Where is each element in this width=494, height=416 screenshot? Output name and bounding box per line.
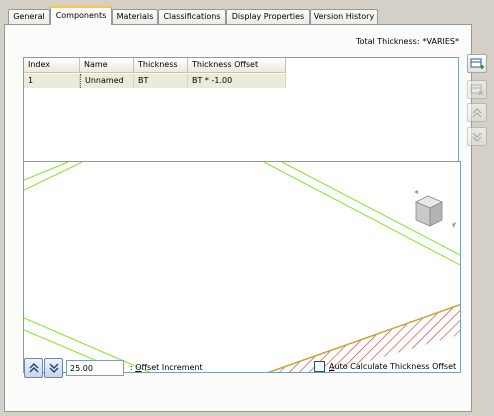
tab-display-properties[interactable]: Display Properties	[226, 9, 310, 24]
add-component-icon	[470, 58, 484, 69]
remove-component-icon	[470, 84, 484, 95]
move-up-icon	[472, 107, 482, 117]
add-component-button[interactable]	[467, 54, 487, 73]
auto-calculate-label[interactable]: Auto Calculate Thickness Offset	[329, 362, 456, 371]
auto-calculate-checkbox[interactable]	[314, 361, 325, 372]
offset-increment-input[interactable]	[66, 360, 124, 376]
column-header-name[interactable]: Name	[80, 58, 134, 73]
chevron-double-up-icon	[29, 363, 38, 373]
grid-header: Index Name Thickness Thickness Offset	[24, 58, 460, 73]
column-header-index[interactable]: Index	[24, 58, 80, 73]
view-cube-icon[interactable]	[414, 190, 456, 228]
column-header-thickness[interactable]: Thickness	[134, 58, 188, 73]
cell-name[interactable]: Unnamed	[80, 74, 134, 88]
offset-label-rest: ffset Increment	[141, 363, 203, 372]
tab-strip: General Components Materials Classificat…	[0, 0, 494, 25]
tab-label: Classifications	[163, 12, 221, 21]
tab-label: Materials	[116, 12, 154, 21]
tab-materials[interactable]: Materials	[112, 9, 158, 24]
total-thickness-value: *VARIES*	[422, 37, 459, 46]
auto-label-rest: uto Calculate Thickness Offset	[334, 362, 457, 371]
tab-version-history[interactable]: Version History	[310, 9, 378, 24]
move-up-button[interactable]	[467, 103, 487, 122]
offset-increment-label: : Offset Increment	[130, 363, 203, 372]
cell-thickness-offset[interactable]: BT * -1.00	[188, 74, 286, 88]
cell-thickness[interactable]: BT	[134, 74, 188, 88]
move-down-icon	[472, 132, 482, 142]
components-grid[interactable]: Index Name Thickness Thickness Offset 1 …	[23, 57, 459, 177]
total-thickness: Total Thickness: *VARIES*	[356, 37, 459, 46]
tab-label: General	[13, 12, 45, 21]
offset-increment-up-button[interactable]	[24, 358, 43, 378]
cell-index[interactable]: 1	[24, 74, 80, 88]
total-thickness-label: Total Thickness:	[356, 37, 420, 46]
table-row[interactable]: 1 Unnamed BT BT * -1.00	[24, 74, 286, 88]
tab-classifications[interactable]: Classifications	[158, 9, 226, 24]
tab-label: Version History	[313, 12, 375, 21]
tab-label: Components	[55, 11, 107, 20]
remove-component-button[interactable]	[467, 80, 487, 99]
move-down-button[interactable]	[467, 127, 487, 146]
preview-viewport[interactable]	[23, 161, 461, 373]
components-tab-page: Total Thickness: *VARIES* Index Name Thic…	[4, 24, 472, 412]
column-header-thickness-offset[interactable]: Thickness Offset	[188, 58, 286, 73]
preview-drawing	[24, 162, 460, 372]
chevron-double-down-icon	[49, 363, 58, 373]
tab-components[interactable]: Components	[50, 6, 112, 25]
offset-increment-down-button[interactable]	[44, 358, 63, 378]
tab-label: Display Properties	[231, 12, 305, 21]
tab-general[interactable]: General	[8, 9, 50, 24]
